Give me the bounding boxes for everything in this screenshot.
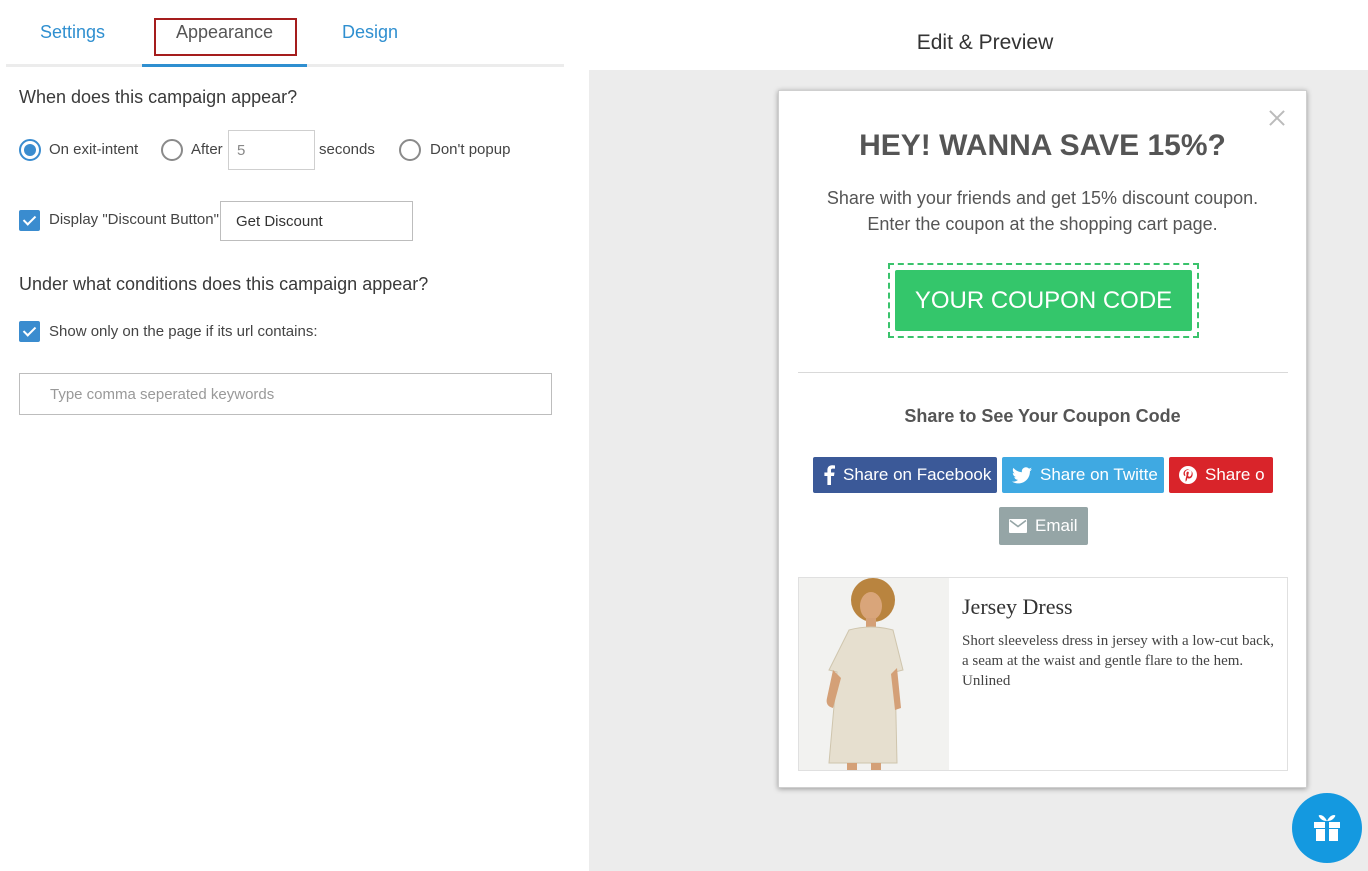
share-email-button[interactable]: Email (999, 507, 1088, 545)
product-image (799, 578, 949, 770)
coupon-frame: YOUR COUPON CODE (888, 263, 1199, 338)
popup-headline[interactable]: HEY! WANNA SAVE 15%? (779, 129, 1306, 163)
popup-subtext[interactable]: Share with your friends and get 15% disc… (779, 185, 1306, 237)
coupon-code-button[interactable]: YOUR COUPON CODE (895, 270, 1192, 331)
settings-panel: Settings Appearance Design When does thi… (0, 0, 589, 871)
url-contains-label: Show only on the page if its url contain… (49, 323, 318, 340)
email-icon (1009, 519, 1027, 533)
tab-settings[interactable]: Settings (6, 0, 139, 64)
product-card: Jersey Dress Short sleeveless dress in j… (798, 577, 1288, 771)
preview-title: Edit & Preview (916, 31, 1054, 54)
tab-design[interactable]: Design (307, 0, 433, 64)
facebook-icon (824, 465, 835, 485)
radio-after-label: After (191, 141, 223, 158)
radio-after[interactable] (161, 139, 183, 161)
seconds-label: seconds (319, 141, 375, 158)
when-question: When does this campaign appear? (19, 87, 298, 107)
tab-bar: Settings Appearance Design (6, 0, 564, 67)
popup-preview: HEY! WANNA SAVE 15%? Share with your fri… (778, 90, 1307, 788)
share-facebook-button[interactable]: Share on Facebook (813, 457, 997, 493)
twitter-icon (1012, 466, 1032, 483)
radio-exit-intent-label: On exit-intent (49, 141, 139, 158)
share-twitter-label: Share on Twitte (1040, 465, 1158, 484)
share-pinterest-label: Share o (1205, 465, 1265, 484)
close-icon[interactable] (1264, 105, 1290, 131)
appear-options: On exit-intent After seconds Don't popup (19, 130, 579, 170)
tab-appearance-label: Appearance (175, 21, 274, 42)
divider (798, 372, 1288, 373)
popup-subtext-line2: Enter the coupon at the shopping cart pa… (867, 214, 1218, 234)
gift-button[interactable] (1292, 793, 1362, 863)
display-discount-label: Display "Discount Button" (49, 211, 219, 228)
discount-button-text-input[interactable] (220, 201, 413, 241)
pinterest-icon (1179, 466, 1197, 484)
share-twitter-button[interactable]: Share on Twitte (1002, 457, 1164, 493)
share-facebook-label: Share on Facebook (843, 465, 992, 484)
radio-exit-intent[interactable] (19, 139, 41, 161)
gift-icon (1314, 815, 1340, 841)
product-name[interactable]: Jersey Dress (962, 594, 1073, 620)
share-pinterest-button[interactable]: Share o (1169, 457, 1273, 493)
radio-dont-popup-label: Don't popup (430, 141, 511, 158)
tab-appearance[interactable]: Appearance (142, 0, 307, 67)
share-email-label: Email (1035, 516, 1078, 535)
seconds-input[interactable] (228, 130, 315, 170)
product-description[interactable]: Short sleeveless dress in jersey with a … (962, 631, 1277, 691)
preview-header: Edit & Preview (589, 0, 1368, 70)
display-discount-checkbox[interactable] (19, 210, 40, 231)
share-title[interactable]: Share to See Your Coupon Code (779, 406, 1306, 427)
conditions-question: Under what conditions does this campaign… (19, 274, 429, 294)
radio-dont-popup[interactable] (399, 139, 421, 161)
keywords-input[interactable] (19, 373, 552, 415)
popup-subtext-line1: Share with your friends and get 15% disc… (826, 188, 1259, 208)
url-contains-checkbox[interactable] (19, 321, 40, 342)
preview-panel: Edit & Preview HEY! WANNA SAVE 15%? Shar… (589, 0, 1368, 871)
